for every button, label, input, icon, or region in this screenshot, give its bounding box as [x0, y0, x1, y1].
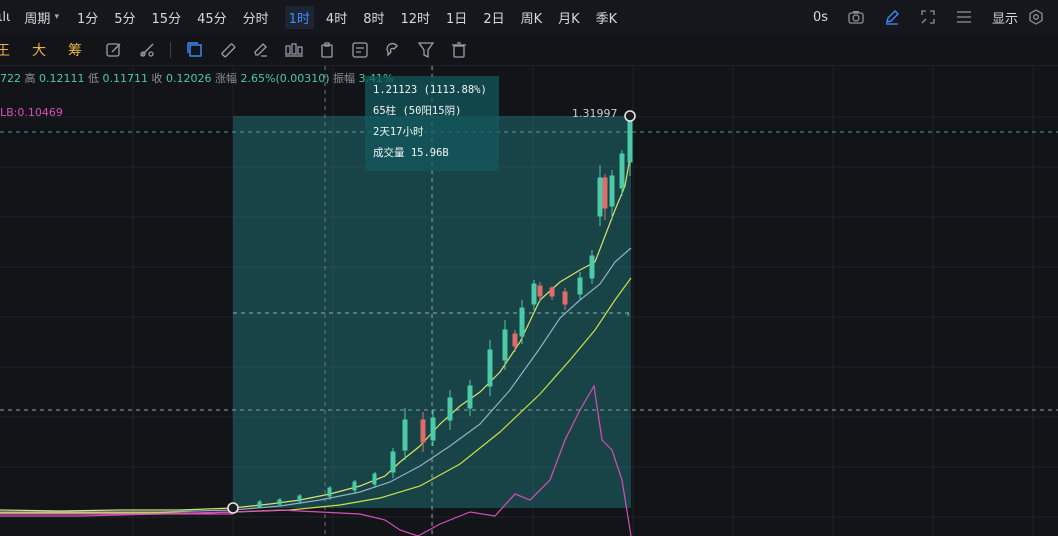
indicator-remove-icon[interactable]	[137, 40, 157, 60]
interval-45m[interactable]: 45分	[197, 8, 227, 27]
close-value: 0.12026	[166, 72, 212, 85]
chevron-down-icon: ▾	[54, 12, 59, 22]
candlestick-pattern-icon[interactable]	[284, 40, 304, 60]
interval-12h[interactable]: 12时	[400, 8, 430, 27]
period-dropdown[interactable]: 周期 ▾	[24, 8, 59, 27]
interval-8h[interactable]: 8时	[363, 8, 384, 27]
interval-month[interactable]: 月K	[558, 8, 580, 27]
open-fragment: 722	[0, 72, 21, 85]
display-button[interactable]: 显示	[992, 8, 1018, 27]
interval-1m[interactable]: 1分	[77, 8, 98, 27]
interval-1h[interactable]: 1时	[284, 5, 314, 29]
fullscreen-icon[interactable]	[920, 9, 936, 25]
pen-icon[interactable]	[884, 9, 900, 25]
interval-toolbar: ιlι 周期 ▾ 1分 5分 15分 45分 分时 1时 4时 8时 12时 1…	[0, 0, 1058, 34]
ohlc-readout: 722 高 0.12111 低 0.11711 收 0.12026 涨幅 2.6…	[0, 70, 393, 86]
measure-duration: 2天17小时	[373, 126, 424, 138]
note-icon[interactable]	[350, 40, 370, 60]
interval-5m[interactable]: 5分	[114, 8, 135, 27]
magnet-icon[interactable]	[383, 40, 403, 60]
change-value: 2.65%(0.00310)	[240, 72, 330, 85]
chart-canvas[interactable]: ›	[0, 66, 1058, 536]
measure-region	[233, 116, 631, 508]
interval-2d[interactable]: 2日	[483, 8, 504, 27]
interval-1d[interactable]: 1日	[446, 8, 467, 27]
indicator-label: LB:0.10469	[0, 106, 63, 119]
measure-start-handle	[227, 502, 239, 514]
drawing-toolbar: 王 大 筹	[0, 34, 1058, 66]
chart-type-fragment[interactable]: ιlι	[0, 10, 10, 25]
indicator-shortcut-da[interactable]: 大	[32, 40, 46, 60]
amplitude-label: 振幅	[333, 72, 356, 85]
gear-icon[interactable]	[1028, 9, 1044, 25]
filter-icon[interactable]	[416, 40, 436, 60]
measure-change: 1.21123 (1113.88%)	[373, 84, 487, 96]
indicator-shortcut-wang[interactable]: 王	[0, 40, 10, 60]
camera-icon[interactable]	[848, 10, 864, 24]
indicator-edit-icon[interactable]	[104, 40, 124, 60]
countdown: 0s	[812, 9, 828, 25]
period-label: 周期	[24, 11, 51, 27]
price-chart[interactable]: ›	[0, 66, 1058, 536]
measure-bars: 65柱 (50阳15阴)	[373, 105, 462, 117]
close-label: 收	[151, 72, 163, 85]
interval-4h[interactable]: 4时	[326, 8, 347, 27]
interval-quarter[interactable]: 季K	[596, 8, 618, 27]
price-marker-label: 1.31997	[572, 107, 618, 120]
toolbar-right: 0s 显示	[813, 0, 1058, 34]
interval-15m[interactable]: 15分	[152, 8, 182, 27]
mid-arrow-icon: ›	[626, 309, 630, 320]
change-label: 涨幅	[215, 72, 237, 85]
measure-volume: 成交量 15.96B	[373, 147, 449, 159]
brush-icon[interactable]	[251, 40, 271, 60]
divider	[170, 41, 171, 58]
list-settings-icon[interactable]	[956, 10, 972, 24]
low-value: 0.11711	[102, 72, 149, 85]
clipboard-icon[interactable]	[317, 40, 337, 60]
interval-timeline[interactable]: 分时	[243, 8, 269, 27]
interval-week[interactable]: 周K	[521, 8, 543, 27]
high-label: 高	[24, 72, 36, 85]
high-value: 0.12111	[39, 72, 85, 85]
low-label: 低	[88, 72, 99, 85]
ruler-icon[interactable]	[218, 40, 238, 60]
measure-tool-icon[interactable]	[185, 40, 205, 60]
indicator-shortcut-chou[interactable]: 筹	[68, 40, 82, 60]
trash-icon[interactable]	[449, 40, 469, 60]
measure-end-handle	[624, 110, 636, 122]
measure-tooltip: 1.21123 (1113.88%) 65柱 (50阳15阴) 2天17小时 成…	[365, 76, 499, 171]
